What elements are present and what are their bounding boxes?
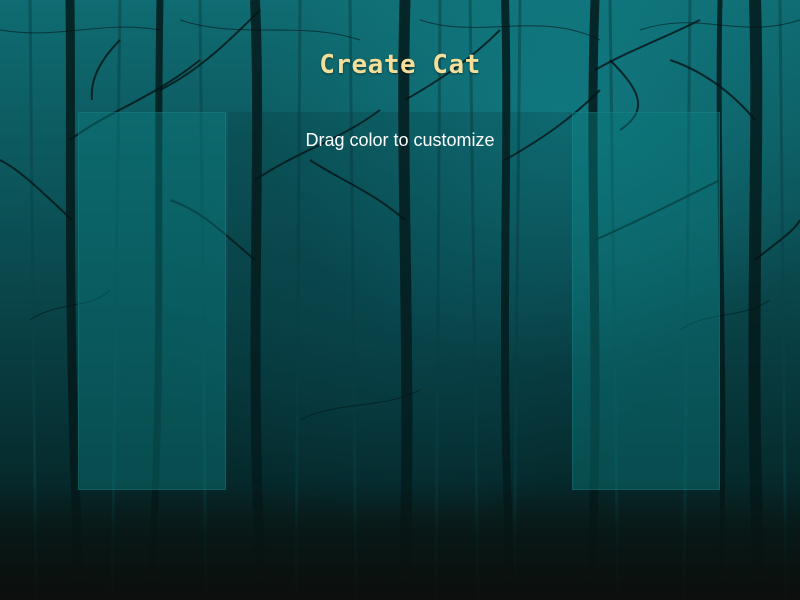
page-title: Create Cat bbox=[319, 50, 481, 80]
left-color-panel[interactable] bbox=[78, 112, 226, 490]
forest-floor bbox=[0, 480, 800, 600]
cat-preview-area bbox=[228, 112, 572, 490]
right-color-panel[interactable] bbox=[572, 112, 720, 490]
